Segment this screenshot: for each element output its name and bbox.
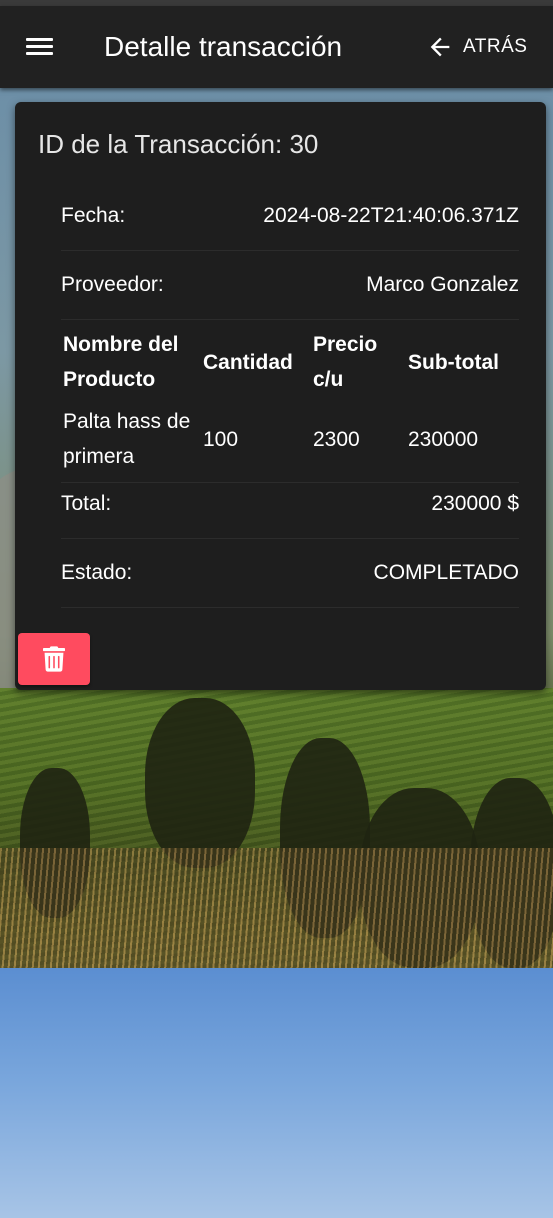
arrow-left-icon — [430, 37, 450, 57]
estado-label: Estado: — [61, 560, 133, 584]
back-button[interactable]: ATRÁS — [426, 32, 527, 62]
proveedor-label: Proveedor: — [61, 272, 164, 296]
transaction-id-title: ID de la Transacción: 30 — [38, 129, 319, 159]
column-header-unit-price: Precio c/u — [313, 333, 378, 391]
background-sky — [0, 968, 553, 1218]
app-bar: Detalle transacción ATRÁS — [0, 6, 553, 88]
fecha-label: Fecha: — [61, 203, 126, 227]
trash-icon — [43, 646, 65, 672]
fecha-value: 2024-08-22T21:40:06.371Z — [263, 203, 519, 227]
total-value: 230000 $ — [431, 491, 519, 515]
estado-row: Estado: COMPLETADO — [61, 538, 519, 608]
transaction-detail-card: ID de la Transacción: 30 Fecha: 2024-08-… — [15, 102, 546, 690]
total-row: Total: 230000 $ — [61, 469, 519, 539]
column-header-quantity: Cantidad — [203, 350, 293, 374]
estado-value: COMPLETADO — [373, 560, 519, 584]
page-title: Detalle transacción — [104, 31, 343, 62]
column-header-product-name: Nombre del Producto — [63, 333, 179, 391]
total-label: Total: — [61, 491, 112, 515]
products-table: Nombre del Producto Cantidad Precio c/u … — [61, 320, 519, 483]
table-header-row: Nombre del Producto Cantidad Precio c/u … — [61, 320, 519, 404]
back-button-label: ATRÁS — [463, 36, 528, 57]
column-header-subtotal: Sub-total — [408, 350, 499, 374]
hamburger-menu-icon[interactable] — [20, 31, 60, 63]
proveedor-value: Marco Gonzalez — [366, 272, 519, 296]
delete-button[interactable] — [18, 633, 90, 685]
fecha-row: Fecha: 2024-08-22T21:40:06.371Z — [61, 181, 519, 251]
proveedor-row: Proveedor: Marco Gonzalez — [61, 250, 519, 320]
